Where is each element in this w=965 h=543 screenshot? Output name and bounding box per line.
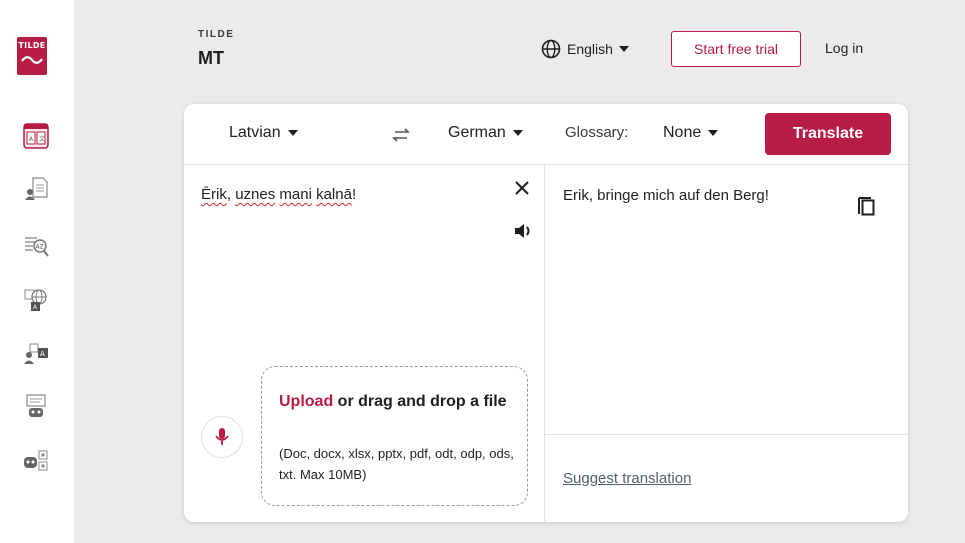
microphone-button[interactable]	[201, 416, 243, 458]
copy-translation-button[interactable]	[856, 194, 878, 218]
translate-button[interactable]: Translate	[765, 113, 891, 155]
sidebar-item-website-translate[interactable]: A	[23, 287, 49, 313]
translation-output: Erik, bringe mich auf den Berg!	[563, 187, 769, 204]
suggest-translation-link[interactable]: Suggest translation	[563, 470, 691, 487]
svg-text:文: 文	[39, 135, 45, 143]
source-text-input[interactable]: Ērik, uznes mani kalnā!	[201, 186, 356, 203]
source-language-label: Latvian	[229, 124, 281, 141]
clear-text-button[interactable]	[513, 179, 531, 197]
sidebar-item-chatbot[interactable]	[23, 393, 49, 419]
ui-language-dropdown[interactable]: English	[541, 38, 629, 60]
source-language-dropdown[interactable]: Latvian	[229, 124, 298, 142]
chevron-down-icon	[708, 130, 719, 136]
misspelled-word: Ērik	[201, 186, 227, 203]
website-translate-icon: A	[24, 289, 47, 311]
file-upload-dropzone[interactable]: Upload or drag and drop a file (Doc, doc…	[261, 366, 528, 506]
svg-text:A: A	[40, 350, 45, 358]
translator-toolbar: Latvian German Glossary: None Translate	[184, 104, 908, 165]
upload-title: Upload or drag and drop a file	[279, 389, 519, 415]
upload-instruction: or drag and drop a file	[333, 393, 507, 410]
pane-divider	[544, 165, 545, 522]
close-icon	[515, 181, 529, 195]
microphone-icon	[215, 428, 229, 445]
copy-icon	[858, 197, 875, 216]
misspelled-word: mani	[279, 186, 312, 203]
output-footer-divider	[545, 434, 908, 435]
chevron-down-icon	[287, 130, 298, 136]
ui-language-label: English	[567, 41, 613, 57]
logo-text: TILDE	[18, 41, 46, 50]
upload-link[interactable]: Upload	[279, 393, 333, 410]
brand-label: TILDE	[198, 29, 235, 40]
sidebar-item-ai-assistant[interactable]	[23, 448, 49, 474]
ai-assistant-icon	[24, 450, 48, 471]
product-name: MT	[198, 48, 224, 68]
translator-card: Latvian German Glossary: None Translate …	[184, 104, 908, 522]
chatbot-icon	[26, 394, 46, 417]
sidebar-item-text-translate[interactable]: A 文	[23, 123, 49, 149]
sidebar-item-document-translate[interactable]	[23, 175, 49, 201]
sidebar-item-speech-translate[interactable]: A	[23, 340, 49, 366]
logo-wave-icon	[21, 56, 43, 64]
upload-file-types: (Doc, docx, xlsx, pptx, pdf, odt, odp, o…	[279, 446, 514, 482]
sidebar: TILDE A 文 AZ A A	[0, 0, 74, 543]
misspelled-word: kalnā	[316, 186, 352, 203]
speaker-icon	[515, 224, 530, 238]
globe-icon	[541, 39, 561, 59]
start-free-trial-button[interactable]: Start free trial	[671, 31, 801, 67]
target-language-label: German	[448, 124, 506, 141]
swap-languages-button[interactable]	[389, 124, 413, 146]
source-text-fragment: !	[351, 186, 357, 203]
swap-icon	[392, 128, 410, 142]
misspelled-word: uznes	[235, 186, 276, 203]
svg-text:AZ: AZ	[36, 244, 44, 251]
chevron-down-icon	[512, 130, 523, 136]
document-translate-icon	[25, 177, 48, 200]
login-link[interactable]: Log in	[825, 40, 863, 56]
tilde-logo[interactable]: TILDE	[17, 37, 47, 75]
glossary-value: None	[663, 124, 702, 141]
terminology-search-icon: AZ	[25, 237, 49, 257]
sidebar-item-terminology[interactable]: AZ	[23, 233, 49, 259]
speech-translate-icon: A	[24, 343, 48, 364]
glossary-dropdown[interactable]: None	[663, 124, 719, 142]
text-translate-icon: A 文	[23, 123, 49, 149]
target-language-dropdown[interactable]: German	[448, 124, 523, 142]
glossary-label: Glossary:	[565, 124, 629, 141]
source-text-fragment: ,	[226, 186, 236, 203]
listen-source-button[interactable]	[512, 220, 534, 242]
chevron-down-icon	[618, 46, 629, 52]
